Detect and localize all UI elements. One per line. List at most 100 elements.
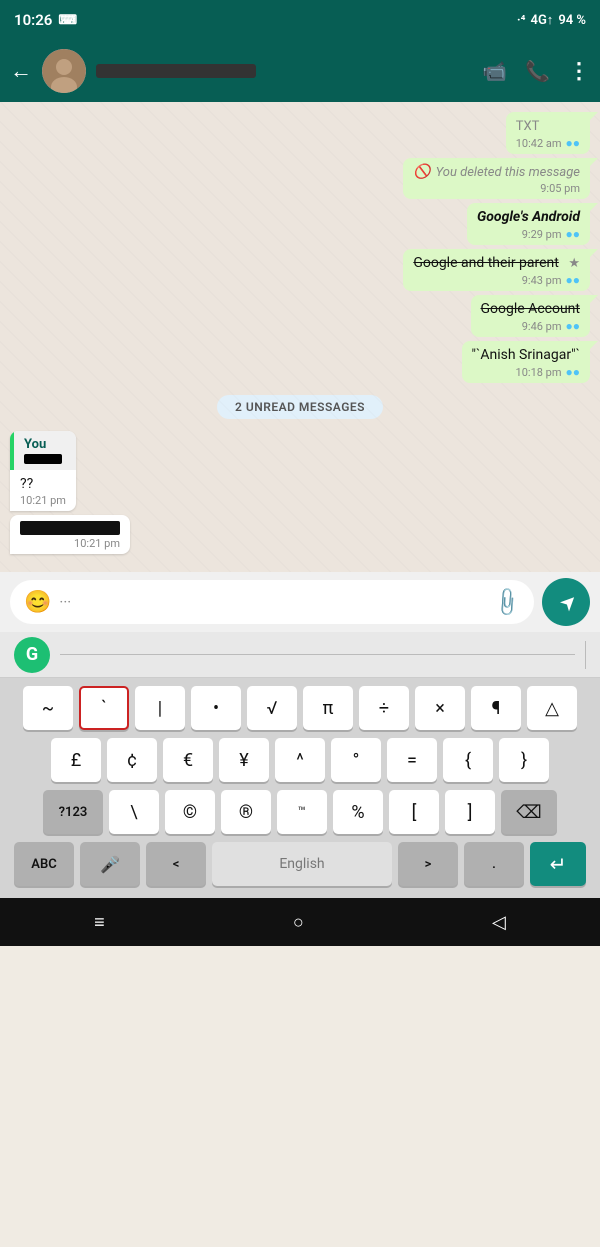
nav-menu-icon[interactable]: ≡ [94, 912, 105, 933]
network-type: 4G↑ [531, 12, 554, 28]
message-parent: Google and their parent ★ 9:43 pm ●● [403, 249, 590, 291]
key-triangle[interactable]: △ [527, 686, 577, 730]
unread-divider: 2 UNREAD MESSAGES [217, 395, 383, 419]
deleted-text: 🚫 You deleted this message [413, 164, 580, 180]
key-trademark[interactable]: ™ [277, 790, 327, 834]
key-sqrt[interactable]: √ [247, 686, 297, 730]
msg-time-3: 9:29 pm ●● [477, 227, 580, 241]
signal-icon: ·⁴ [517, 13, 526, 28]
msg-time-5: 9:46 pm ●● [481, 319, 580, 333]
deleted-icon: 🚫 [413, 164, 430, 180]
second-msg-time: 10:21 pm [20, 537, 120, 550]
status-bar-right: ·⁴ 4G↑ 94 % [517, 12, 586, 28]
message-anish: "`Anish Srinagar"` 10:18 pm ●● [462, 341, 590, 383]
message-txt: TXT 10:42 am ●● [506, 112, 590, 154]
keyboard-area: G ~ ` | • √ π ÷ × ¶ △ £ ¢ € ¥ ^ ° = { [0, 632, 600, 898]
key-row-1: ~ ` | • √ π ÷ × ¶ △ [4, 686, 596, 730]
avatar[interactable] [42, 49, 86, 93]
nav-home-icon[interactable]: ○ [293, 912, 304, 933]
contact-name-redacted [96, 64, 256, 78]
key-lt[interactable]: < [146, 842, 206, 886]
key-abc[interactable]: ABC [14, 842, 74, 886]
backspace-key[interactable]: ⌫ [501, 790, 557, 834]
voice-call-icon[interactable]: 📞 [525, 59, 550, 83]
quoted-sender: You [24, 437, 66, 452]
key-para[interactable]: ¶ [471, 686, 521, 730]
avatar-image [42, 49, 86, 93]
send-button[interactable]: ➤ [542, 578, 590, 626]
message-input[interactable]: ··· [59, 593, 487, 611]
message-input-box: 😊 ··· 📎 [10, 580, 534, 624]
grammarly-icon[interactable]: G [14, 637, 50, 673]
msg-text-italic: Google's Android [477, 209, 580, 225]
msg-text-account: Google Account [481, 301, 580, 317]
key-mic[interactable]: 🎤 [80, 842, 140, 886]
key-euro[interactable]: € [163, 738, 213, 782]
message-android: Google's Android 9:29 pm ●● [467, 203, 590, 245]
attachment-button[interactable]: 📎 [490, 585, 525, 620]
key-bracket-close[interactable]: ] [445, 790, 495, 834]
status-bar: 10:26 ⌨ ·⁴ 4G↑ 94 % [0, 0, 600, 40]
msg-time-2: 9:05 pm [413, 182, 580, 195]
time: 10:26 [14, 11, 52, 29]
key-equals[interactable]: = [387, 738, 437, 782]
back-button[interactable]: ← [10, 58, 32, 84]
enter-key[interactable]: ↵ [530, 842, 586, 886]
key-row-3: ?123 \ © ® ™ % [ ] ⌫ [4, 790, 596, 834]
key-bullet[interactable]: • [191, 686, 241, 730]
msg-body: ?? 10:21 pm [10, 470, 76, 511]
message-deleted: 🚫 You deleted this message 9:05 pm [403, 158, 590, 199]
msg-time-6: 10:18 pm ●● [472, 365, 580, 379]
quoted-preview-redacted [24, 454, 62, 464]
send-icon: ➤ [554, 588, 583, 617]
msg-time: 10:42 am ●● [516, 136, 580, 150]
key-bracket-open[interactable]: [ [389, 790, 439, 834]
msg-text: TXT [516, 119, 540, 134]
key-div[interactable]: ÷ [359, 686, 409, 730]
header-icons: 📹 📞 ⋮ [482, 59, 590, 84]
key-pi[interactable]: π [303, 686, 353, 730]
received-message-card: You ?? 10:21 pm [10, 431, 76, 511]
header-bar: ← 📹 📞 ⋮ [0, 40, 600, 102]
key-backslash[interactable]: \ [109, 790, 159, 834]
key-times[interactable]: × [415, 686, 465, 730]
key-yen[interactable]: ¥ [219, 738, 269, 782]
grammarly-bar: G [0, 632, 600, 678]
spacebar[interactable]: English [212, 842, 392, 886]
key-cent[interactable]: ¢ [107, 738, 157, 782]
quoted-block: You [10, 431, 76, 470]
key-period[interactable]: . [464, 842, 524, 886]
nav-back-icon[interactable]: ◁ [492, 912, 506, 933]
key-backtick[interactable]: ` [79, 686, 129, 730]
video-call-icon[interactable]: 📹 [482, 59, 507, 83]
keyboard-rows: ~ ` | • √ π ÷ × ¶ △ £ ¢ € ¥ ^ ° = { } ?1… [0, 678, 600, 898]
key-brace-open[interactable]: { [443, 738, 493, 782]
key-row-4: ABC 🎤 < English > . ↵ [4, 842, 596, 886]
key-brace-close[interactable]: } [499, 738, 549, 782]
key-pipe[interactable]: | [135, 686, 185, 730]
msg-body-text: ?? [20, 476, 66, 492]
battery: 94 % [558, 13, 586, 28]
key-switch-numeric[interactable]: ?123 [43, 790, 103, 834]
msg-text-anish: "`Anish Srinagar"` [472, 347, 580, 363]
msg-time-4: 9:43 pm ●● [413, 273, 580, 287]
key-copyright[interactable]: © [165, 790, 215, 834]
keyboard-icon: ⌨ [58, 13, 77, 28]
key-caret[interactable]: ^ [275, 738, 325, 782]
msg-body-time: 10:21 pm [20, 494, 66, 507]
input-area: 😊 ··· 📎 ➤ [0, 572, 600, 632]
key-pound[interactable]: £ [51, 738, 101, 782]
emoji-button[interactable]: 😊 [24, 590, 51, 615]
key-gt[interactable]: > [398, 842, 458, 886]
grammarly-divider [60, 654, 575, 655]
key-percent[interactable]: % [333, 790, 383, 834]
message-account: Google Account 9:46 pm ●● [471, 295, 590, 337]
redacted-content [20, 521, 120, 535]
key-registered[interactable]: ® [221, 790, 271, 834]
key-degree[interactable]: ° [331, 738, 381, 782]
key-tilde[interactable]: ~ [23, 686, 73, 730]
grammarly-line [585, 641, 586, 669]
status-bar-left: 10:26 ⌨ [14, 11, 77, 29]
more-options-icon[interactable]: ⋮ [568, 59, 590, 84]
msg-text-strike: Google and their parent [413, 255, 559, 271]
